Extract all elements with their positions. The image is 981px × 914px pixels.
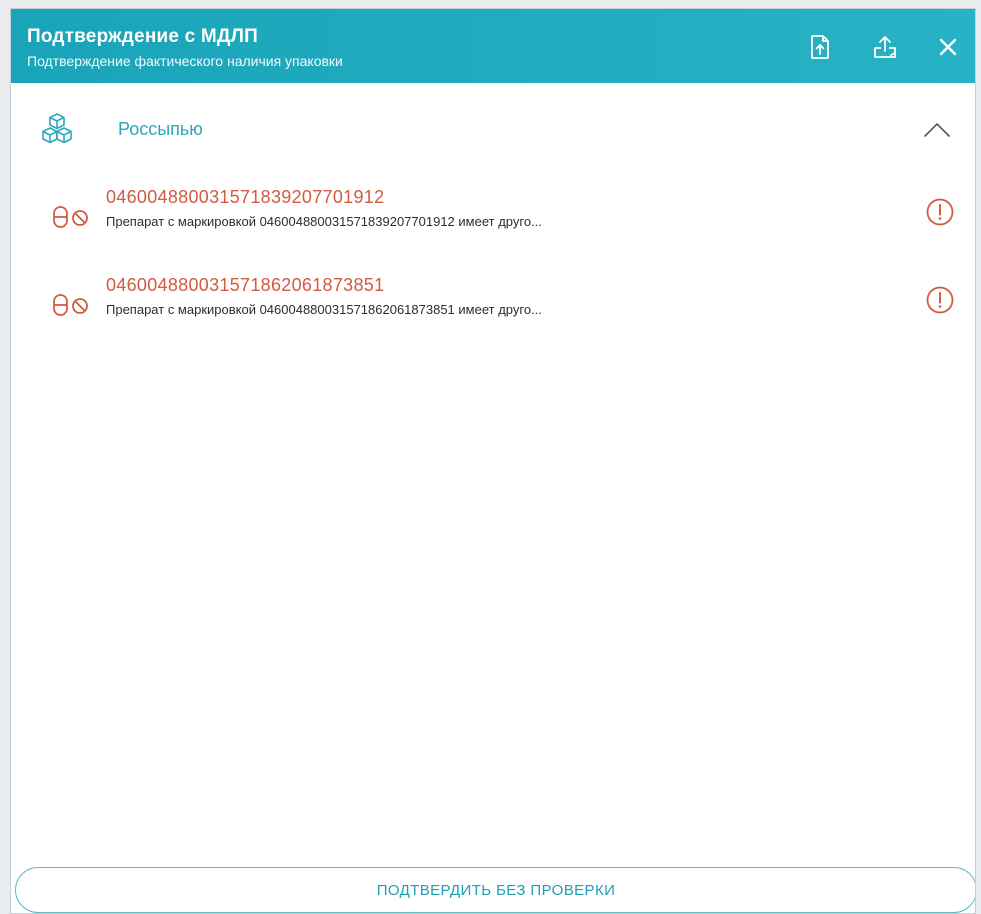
pill-blocked-icon	[53, 294, 88, 316]
boxes-icon	[42, 113, 72, 144]
item-code: 046004880031571862061873851	[106, 275, 385, 295]
chevron-up-icon[interactable]	[921, 115, 953, 145]
dialog-subtitle: Подтверждение фактического наличия упако…	[27, 53, 343, 69]
list-item[interactable]: 046004880031571862061873851 Препарат с м…	[11, 271, 975, 337]
close-icon	[939, 38, 957, 56]
list-item[interactable]: 04600488003157183920770191​2 Препарат с …	[11, 183, 975, 249]
dialog-header: Подтверждение с МДЛП Подтверждение факти…	[11, 9, 975, 83]
pill-blocked-icon	[53, 206, 88, 228]
group-header-loose[interactable]: Россыпью	[11, 105, 975, 151]
dialog-title: Подтверждение с МДЛП	[27, 26, 259, 47]
upload-icon	[874, 36, 896, 58]
item-description: Препарат с маркировкой 04600488003157186…	[106, 302, 542, 317]
import-file-button[interactable]	[804, 31, 836, 63]
item-description: Препарат с маркировкой 04600488003157183…	[106, 214, 542, 229]
warning-icon[interactable]	[925, 285, 955, 315]
close-button[interactable]	[932, 31, 964, 63]
confirm-without-check-button[interactable]: ПОДТВЕРДИТЬ БЕЗ ПРОВЕРКИ	[15, 867, 975, 913]
dialog-window: Подтверждение с МДЛП Подтверждение факти…	[10, 8, 976, 914]
item-code: 04600488003157183920770191​2	[106, 187, 385, 207]
group-label: Россыпью	[118, 119, 203, 139]
warning-icon[interactable]	[925, 197, 955, 227]
upload-button[interactable]	[869, 31, 901, 63]
import-file-icon	[811, 35, 829, 59]
